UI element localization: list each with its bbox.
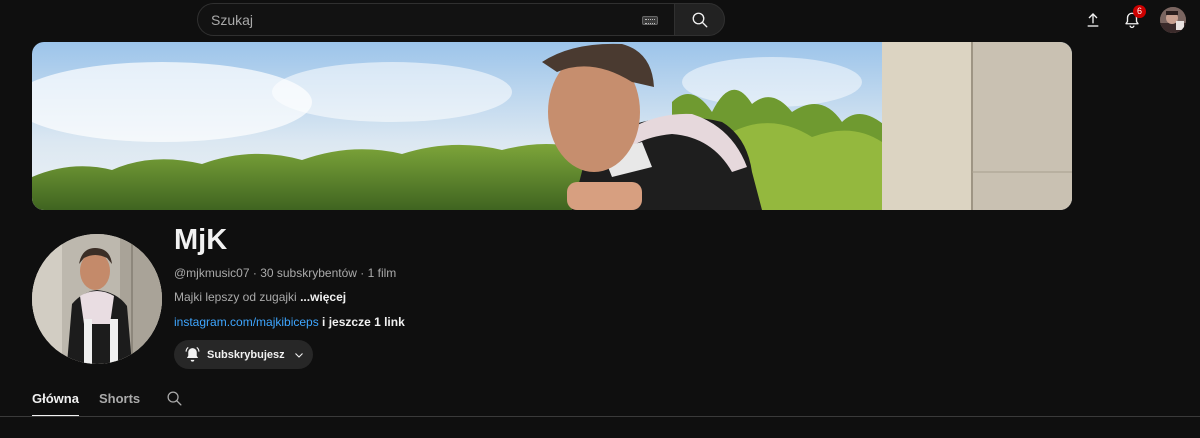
- upload-icon: [1087, 13, 1099, 27]
- search-input[interactable]: [211, 11, 631, 28]
- channel-search-button[interactable]: [166, 384, 183, 412]
- channel-description[interactable]: Majki lepszy od zugajki ...więcej: [174, 290, 346, 304]
- subscribed-button[interactable]: Subskrybujesz: [174, 340, 313, 369]
- meta-separator: ·: [356, 266, 368, 280]
- channel-avatar-image: [32, 234, 162, 364]
- chevron-down-icon: [294, 352, 303, 358]
- channel-meta: @mjkmusic07 · 30 subskrybentów · 1 film: [174, 266, 396, 280]
- upload-button[interactable]: [1079, 6, 1107, 34]
- instagram-link[interactable]: instagram.com/majkibiceps: [174, 315, 319, 329]
- subscriber-count: 30 subskrybentów: [260, 266, 357, 280]
- channel-handle: @mjkmusic07: [174, 266, 250, 280]
- channel-links: instagram.com/majkibiceps i jeszcze 1 li…: [174, 315, 405, 329]
- account-avatar[interactable]: [1160, 7, 1186, 33]
- bell-ring-icon: [185, 346, 200, 362]
- more-link[interactable]: ...więcej: [300, 290, 346, 304]
- meta-separator: ·: [249, 266, 261, 280]
- channel-name: MjK: [174, 224, 228, 256]
- top-bar: 6: [0, 0, 1200, 42]
- search-bar: [197, 3, 725, 36]
- channel-banner: [32, 42, 1072, 210]
- search-box: [197, 3, 674, 36]
- tab-shorts[interactable]: Shorts: [99, 384, 140, 417]
- tabs-divider: [0, 416, 1200, 417]
- description-text: Majki lepszy od zugajki: [174, 290, 301, 304]
- search-icon: [167, 391, 182, 406]
- more-links[interactable]: i jeszcze 1 link: [319, 315, 405, 329]
- channel-tabs: Główna Shorts: [32, 384, 183, 417]
- notifications-button[interactable]: 6: [1118, 5, 1146, 34]
- avatar-image: [1160, 7, 1186, 33]
- top-right-actions: 6: [1079, 5, 1186, 34]
- tab-home[interactable]: Główna: [32, 384, 79, 417]
- channel-avatar[interactable]: [32, 234, 162, 364]
- video-count: 1 film: [367, 266, 397, 280]
- notification-badge: 6: [1133, 5, 1146, 18]
- subscribed-label: Subskrybujesz: [207, 348, 285, 361]
- banner-image: [32, 42, 1072, 210]
- search-icon: [692, 12, 707, 27]
- keyboard-icon[interactable]: [642, 16, 658, 25]
- search-button[interactable]: [674, 3, 725, 36]
